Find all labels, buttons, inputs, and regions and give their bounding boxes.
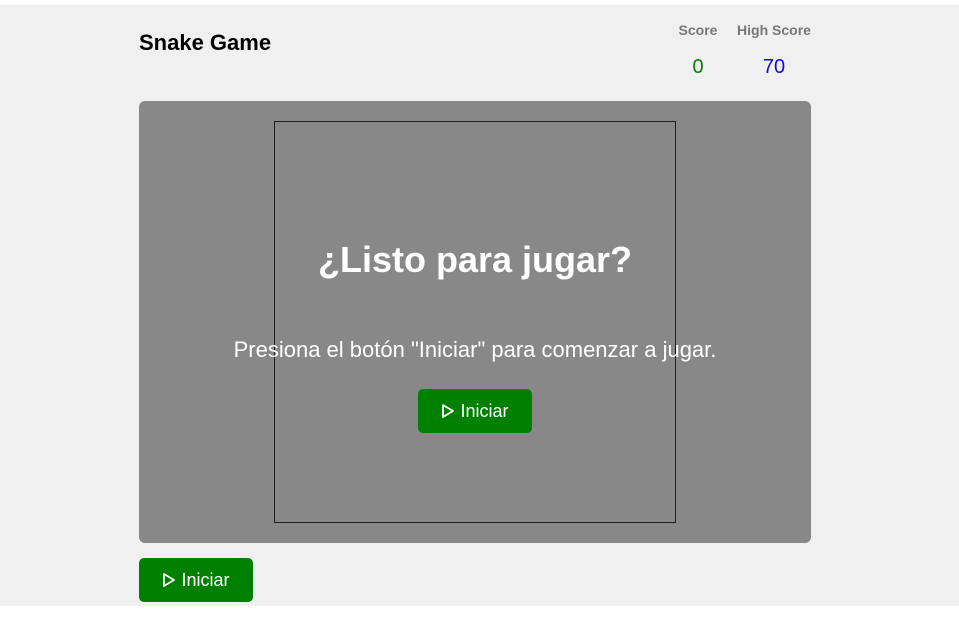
score-value: 0: [692, 56, 704, 78]
start-button[interactable]: Iniciar: [139, 558, 253, 602]
overlay-title: ¿Listo para jugar?: [317, 239, 633, 280]
start-button-label: Iniciar: [181, 569, 230, 590]
high-score-panel: High Score 70: [733, 22, 815, 78]
score-panel: Score 0: [672, 22, 724, 78]
play-icon: [441, 403, 455, 419]
game-board-area: ¿Listo para jugar? Presiona el botón "In…: [139, 101, 811, 543]
start-overlay: ¿Listo para jugar? Presiona el botón "In…: [139, 101, 811, 543]
play-icon: [162, 572, 176, 588]
high-score-value: 70: [762, 56, 786, 78]
overlay-message: Presiona el botón "Iniciar" para comenza…: [233, 337, 717, 362]
game-page: Snake Game Score 0 High Score 70 ¿Listo …: [0, 5, 959, 606]
page-title: Snake Game: [139, 30, 272, 55]
high-score-label: High Score: [737, 22, 811, 38]
overlay-start-button[interactable]: Iniciar: [418, 389, 532, 433]
score-label: Score: [678, 22, 718, 38]
overlay-start-label: Iniciar: [460, 400, 509, 421]
